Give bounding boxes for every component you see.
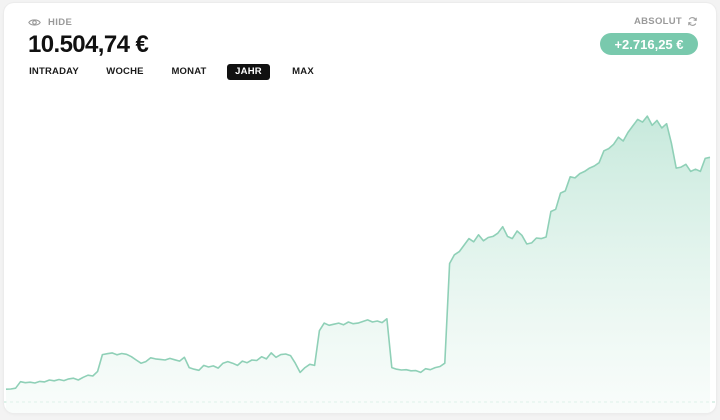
portfolio-card: HIDE 10.504,74 € ABSOLUT +2.716,25 € INT… (4, 3, 716, 413)
tab-intraday[interactable]: INTRADAY (24, 64, 84, 80)
tab-woche[interactable]: WOCHE (99, 64, 151, 80)
chart-area-fill (6, 116, 710, 413)
hide-label: HIDE (48, 16, 73, 28)
absolute-mode-toggle[interactable]: ABSOLUT (634, 14, 698, 28)
mode-label: ABSOLUT (633, 15, 682, 27)
tab-monat[interactable]: MONAT (165, 64, 213, 80)
tab-jahr[interactable]: JAHR (227, 64, 270, 80)
refresh-icon (687, 16, 698, 27)
portfolio-balance: 10.504,74 € (28, 31, 149, 58)
absolute-change-badge: +2.716,25 € (600, 33, 698, 55)
hide-balance-toggle[interactable]: HIDE (28, 15, 72, 29)
tab-max[interactable]: MAX (286, 64, 320, 80)
eye-icon (28, 16, 41, 29)
